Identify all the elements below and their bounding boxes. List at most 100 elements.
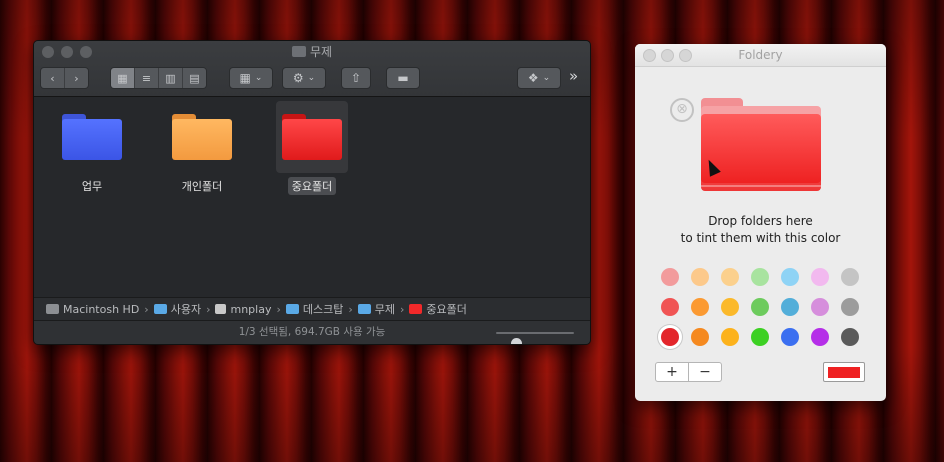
finder-toolbar: 무제 ‹ › ▦ ≡ ▥ ▤ ▦ ⌄ ⚙ ⌄ ⇧ ▬ ❖ ⌄ » [34,41,590,97]
file-icon-wrap [166,101,238,173]
color-swatch[interactable] [721,268,739,286]
color-swatch[interactable] [721,298,739,316]
color-swatch[interactable] [691,268,709,286]
path-label: 무제 [374,303,396,316]
chevron-right-icon: › [144,302,149,316]
hard-drive-icon [46,304,59,314]
color-swatch[interactable] [661,268,679,286]
red-folder-icon [282,114,342,160]
group-by-button[interactable]: ▦ ⌄ [229,67,273,89]
share-button[interactable]: ⇧ [341,67,371,89]
forward-button[interactable]: › [65,68,88,88]
dropbox-icon: ❖ [527,71,539,85]
chevron-right-icon: › [206,302,211,316]
dropbox-button[interactable]: ❖ ⌄ [517,67,561,89]
color-swatch[interactable] [781,298,799,316]
path-bar: Macintosh HD › 사용자 › mnplay › 데스크탑 › 무제 … [34,297,590,320]
toolbar-overflow-button[interactable]: » [569,67,578,85]
finder-window: 무제 ‹ › ▦ ≡ ▥ ▤ ▦ ⌄ ⚙ ⌄ ⇧ ▬ ❖ ⌄ » 업무 개인폴더… [33,40,591,345]
list-view-button[interactable]: ≡ [135,68,159,88]
path-item-home[interactable]: mnplay [215,303,271,316]
chevron-down-icon: ⌄ [542,73,551,83]
add-remove-control: + − [655,362,722,382]
color-swatch[interactable] [841,328,859,346]
path-label: mnplay [230,302,272,316]
file-item-업무[interactable]: 업무 [56,101,128,195]
tinted-folder-icon [701,114,821,191]
file-label: 개인폴더 [181,180,223,193]
window-title: 무제 [34,44,590,60]
drop-instructions-line1: Drop folders here [708,214,813,228]
action-button[interactable]: ⚙ ⌄ [282,67,326,89]
path-item-users[interactable]: 사용자 [153,301,202,317]
folder-icon [357,304,371,314]
chevron-right-icon: › [348,302,353,316]
path-item-macintosh-hd[interactable]: Macintosh HD [46,303,139,316]
color-swatch[interactable] [661,298,679,316]
add-color-button[interactable]: + [656,363,689,381]
orange-folder-icon [172,114,232,160]
chevron-right-icon: › [276,302,281,316]
slider-knob[interactable] [510,338,522,344]
path-label: 중요폴더 [426,303,467,316]
file-icon-wrap [56,101,128,173]
file-label: 업무 [81,180,103,193]
home-icon [215,304,227,314]
close-circle-icon: ⊗ [676,101,688,117]
color-swatch[interactable] [841,298,859,316]
share-icon: ⇧ [350,71,362,85]
window-title-text: 무제 [309,45,333,59]
path-item-untitled[interactable]: 무제 [357,301,396,317]
gear-icon: ⚙ [292,71,304,85]
red-folder-icon [409,304,423,314]
chevron-down-icon: ⌄ [254,73,263,83]
gallery-view-button[interactable]: ▤ [183,68,206,88]
color-swatch[interactable] [751,328,769,346]
folder-drop-target[interactable] [701,98,821,191]
file-icon-wrap [276,101,348,173]
window-title: Foldery [738,48,783,62]
color-well-fill [828,366,860,378]
color-well[interactable] [823,362,865,382]
foldery-window: Foldery ⊗ Drop folders here to tint them… [635,44,886,401]
color-swatch[interactable] [781,328,799,346]
color-swatch[interactable] [751,268,769,286]
color-swatch[interactable] [751,298,769,316]
icon-size-slider[interactable] [496,332,574,344]
tags-button[interactable]: ▬ [386,67,420,89]
color-swatch[interactable] [841,268,859,286]
color-swatch[interactable] [691,328,709,346]
icon-view-button[interactable]: ▦ [111,68,135,88]
file-grid: 업무 개인폴더 중요폴더 [34,97,590,297]
drop-instructions: Drop folders here to tint them with this… [635,213,886,247]
path-item-important[interactable]: 중요폴더 [409,301,467,317]
status-bar: 1/3 선택됨, 694.7GB 사용 가능 [34,320,590,344]
file-item-중요폴더[interactable]: 중요폴더 [276,101,348,195]
path-item-desktop[interactable]: 데스크탑 [285,301,344,317]
file-item-개인폴더[interactable]: 개인폴더 [166,101,238,195]
group-icon: ▦ [239,71,251,85]
path-label: 데스크탑 [302,303,344,316]
color-swatch[interactable] [811,298,829,316]
color-swatch[interactable] [661,328,679,346]
file-label: 중요폴더 [287,177,337,195]
path-label: 사용자 [170,303,202,316]
tag-icon: ▬ [397,71,409,85]
chevron-down-icon: ⌄ [307,73,316,83]
remove-color-button[interactable]: − [689,363,721,381]
blue-folder-icon [62,114,122,160]
color-swatch[interactable] [691,298,709,316]
clear-tint-button[interactable]: ⊗ [670,98,694,122]
color-swatch[interactable] [811,268,829,286]
chevron-right-icon: › [400,302,405,316]
color-swatch[interactable] [811,328,829,346]
view-mode-control: ▦ ≡ ▥ ▤ [110,67,207,89]
foldery-titlebar: Foldery [635,44,886,67]
color-swatch[interactable] [721,328,739,346]
back-forward-control: ‹ › [40,67,89,89]
back-button[interactable]: ‹ [41,68,65,88]
column-view-button[interactable]: ▥ [159,68,183,88]
folder-icon [153,304,167,314]
color-swatch[interactable] [781,268,799,286]
status-text: 1/3 선택됨, 694.7GB 사용 가능 [238,326,386,338]
